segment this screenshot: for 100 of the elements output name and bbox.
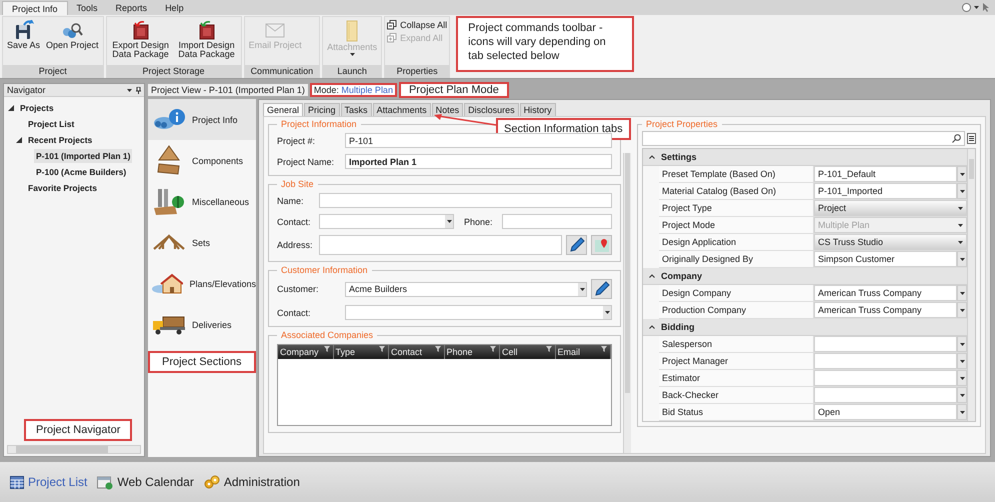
filter-icon[interactable]: [490, 346, 496, 352]
column-header[interactable]: Company: [278, 345, 334, 359]
ribbon-command[interactable]: Export Design Data Package: [108, 19, 173, 60]
calendar-globe-icon: [97, 474, 114, 490]
dropdown-caret-icon: [974, 6, 979, 9]
section-item[interactable]: Plans/Elevations: [148, 263, 256, 304]
bottom-nav-link[interactable]: Project List: [10, 475, 88, 489]
input-field[interactable]: [319, 193, 612, 208]
map-button[interactable]: [591, 235, 612, 255]
pin-icon[interactable]: [136, 86, 141, 94]
input-field[interactable]: [502, 214, 612, 229]
category-header[interactable]: Settings: [643, 149, 967, 166]
dropdown-caret-icon: [960, 190, 964, 192]
category-header[interactable]: Bidding: [643, 319, 967, 336]
callout-box: Project Sections: [148, 351, 256, 373]
search-icon: [952, 134, 961, 143]
section-tab[interactable]: History: [520, 103, 556, 116]
house-icon: [151, 272, 184, 294]
dropdown-button[interactable]: [957, 251, 967, 267]
dropdown-caret-icon: [960, 394, 964, 396]
ribbon-command[interactable]: Collapse All: [387, 20, 448, 30]
chevron-icon[interactable]: [649, 325, 655, 329]
input-field[interactable]: [319, 235, 562, 255]
map-pin-icon: [594, 237, 610, 253]
property-value[interactable]: Simpson Customer: [814, 251, 957, 267]
bottom-nav-link[interactable]: Web Calendar: [97, 474, 194, 490]
section-item[interactable]: Miscellaneous: [148, 181, 256, 222]
section-item[interactable]: Deliveries: [148, 304, 256, 345]
dropdown-button[interactable]: [957, 285, 967, 301]
property-value[interactable]: Project: [814, 200, 967, 216]
chevron-icon[interactable]: [649, 155, 655, 159]
dropdown-button[interactable]: [957, 370, 967, 386]
dropdown-button[interactable]: [957, 336, 967, 352]
dropdown-button[interactable]: [957, 404, 967, 420]
section-item[interactable]: Components: [148, 140, 256, 181]
tree-item[interactable]: Projects: [18, 101, 56, 115]
ribbon-command[interactable]: Import Design Data Package: [174, 19, 239, 60]
field-label: Project #:: [277, 136, 316, 146]
section-tab[interactable]: Disclosures: [464, 103, 519, 116]
tree-item[interactable]: Project List: [26, 117, 76, 131]
ribbon-command[interactable]: Open Project: [44, 19, 101, 51]
section-tab[interactable]: Notes: [432, 103, 464, 116]
dropdown-caret-icon: [960, 342, 964, 346]
filter-icon[interactable]: [546, 346, 552, 352]
menu-icon[interactable]: [967, 133, 976, 144]
tree-item[interactable]: P-101 (Imported Plan 1): [34, 149, 132, 163]
vertical-scrollbar[interactable]: [967, 149, 975, 421]
expand-triangle-icon[interactable]: [8, 105, 14, 111]
filter-icon[interactable]: [434, 346, 440, 352]
tree-item[interactable]: Favorite Projects: [26, 181, 99, 195]
input-field[interactable]: Imported Plan 1: [345, 154, 612, 169]
dropdown-field[interactable]: [319, 214, 454, 229]
section-tab[interactable]: Attachments: [372, 103, 431, 116]
property-value[interactable]: P-101_Imported: [814, 183, 957, 199]
column-header[interactable]: Phone: [444, 345, 500, 359]
property-value[interactable]: American Truss Company: [814, 302, 957, 318]
input-field[interactable]: P-101: [345, 133, 612, 148]
dropdown-field[interactable]: [345, 305, 612, 320]
menu-tab[interactable]: Help: [156, 1, 193, 15]
bottom-nav-link[interactable]: Administration: [204, 475, 300, 489]
tree-item[interactable]: Recent Projects: [26, 133, 94, 147]
dropdown-button[interactable]: [957, 302, 967, 318]
filter-icon[interactable]: [601, 346, 607, 352]
menu-tab[interactable]: Reports: [106, 1, 156, 15]
dropdown-button[interactable]: [957, 353, 967, 369]
field-label: Customer:: [277, 284, 320, 294]
property-value[interactable]: P-101_Default: [814, 166, 957, 182]
ribbon-command[interactable]: Save As: [5, 19, 42, 51]
field-label: Contact:: [277, 216, 312, 226]
dropdown-button[interactable]: [957, 166, 967, 182]
column-header[interactable]: Contact: [389, 345, 444, 359]
chevron-icon[interactable]: [649, 274, 655, 278]
column-header[interactable]: Email: [556, 345, 611, 359]
section-item[interactable]: Project Info: [148, 99, 256, 140]
edit-button[interactable]: [591, 279, 612, 299]
section-tab[interactable]: Pricing: [304, 103, 340, 116]
vertical-scrollbar[interactable]: [623, 153, 631, 453]
property-value[interactable]: Open: [814, 404, 957, 420]
filter-icon[interactable]: [379, 346, 385, 352]
search-field[interactable]: [642, 131, 965, 146]
dropdown-field[interactable]: Acme Builders: [345, 282, 587, 296]
edit-button[interactable]: [566, 235, 587, 255]
expand-triangle-icon[interactable]: [16, 137, 22, 143]
column-header[interactable]: Type: [334, 345, 389, 359]
filter-icon[interactable]: [324, 346, 330, 352]
column-header[interactable]: Cell: [500, 345, 556, 359]
category-header[interactable]: Company: [643, 268, 967, 285]
section-tab[interactable]: General: [263, 103, 304, 116]
menu-tab[interactable]: Tools: [68, 1, 107, 15]
section-tab[interactable]: Tasks: [340, 103, 372, 116]
tree-item[interactable]: P-100 (Acme Builders): [34, 165, 128, 179]
property-value[interactable]: CS Truss Studio: [814, 234, 967, 250]
menu-tab[interactable]: Project Info: [2, 1, 68, 15]
cursor-icon[interactable]: [982, 3, 989, 12]
dropdown-button[interactable]: [957, 387, 967, 403]
horizontal-scrollbar[interactable]: [7, 445, 141, 454]
section-item[interactable]: Sets: [148, 222, 256, 263]
property-value[interactable]: American Truss Company: [814, 285, 957, 301]
dropdown-button[interactable]: [957, 183, 967, 199]
floppy-disk-icon: [14, 20, 34, 40]
